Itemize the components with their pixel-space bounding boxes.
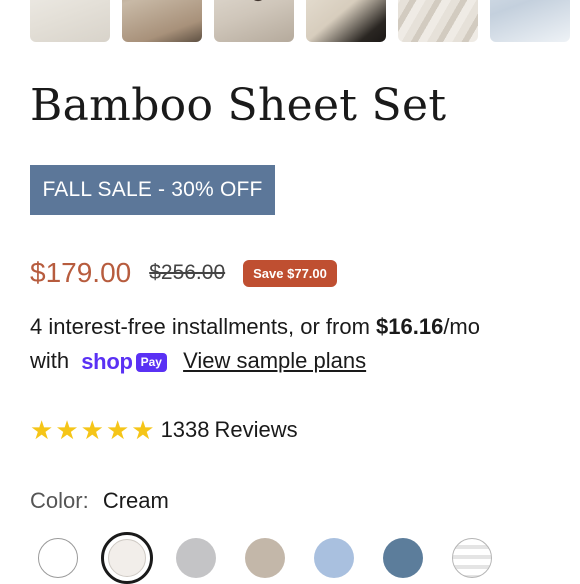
star-icon: ★	[131, 415, 155, 445]
swatch-white[interactable]	[38, 538, 78, 578]
swatch-light-blue[interactable]	[314, 538, 354, 578]
rating-row[interactable]: ★ ★ ★ ★ ★ 1338 Reviews	[30, 414, 298, 446]
original-price: $256.00	[149, 261, 226, 284]
swatch-stripe[interactable]	[452, 538, 492, 578]
star-icon: ★	[55, 415, 79, 445]
thumbnail-image	[398, 0, 478, 42]
price-row: $179.00 $256.00 Save $77.00	[30, 256, 337, 290]
installments-info: 4 interest-free installments, or from $1…	[30, 310, 570, 379]
thumbnail-image	[30, 0, 110, 42]
thumbnail-1[interactable]	[30, 0, 110, 42]
thumbnail-strip	[0, 0, 580, 42]
selected-color-name: Cream	[102, 488, 169, 513]
thumbnail-image	[122, 0, 202, 42]
product-title: Bamboo Sheet Set	[30, 80, 447, 131]
swatch-cream[interactable]	[101, 532, 153, 584]
installment-amount: $16.16	[376, 314, 444, 339]
reviews-label: Reviews	[214, 417, 298, 442]
shop-pay-badge: Pay	[135, 352, 167, 372]
installments-suffix: /mo	[443, 314, 480, 339]
thumbnail-3[interactable]	[214, 0, 294, 42]
swatch-grey[interactable]	[176, 538, 216, 578]
view-sample-plans-link[interactable]: View sample plans	[183, 348, 366, 373]
reviews-link[interactable]: 1338 Reviews	[161, 417, 298, 443]
star-icon: ★	[105, 415, 130, 445]
save-badge: Save $77.00	[243, 259, 337, 287]
color-selector-label: Color: Cream	[30, 488, 169, 514]
thumbnail-2[interactable]	[122, 0, 202, 42]
color-swatches	[0, 530, 580, 584]
star-icon: ★	[30, 415, 54, 445]
thumbnail-image	[214, 0, 294, 42]
star-rating: ★ ★ ★ ★ ★	[30, 417, 157, 443]
current-price: $179.00	[30, 257, 132, 288]
sale-banner: FALL SALE - 30% OFF	[30, 165, 275, 215]
shop-pay-word: shop	[81, 349, 133, 375]
thumbnail-6[interactable]	[490, 0, 570, 42]
thumbnail-image	[306, 0, 386, 42]
star-icon: ★	[80, 415, 104, 445]
installments-prefix: 4 interest-free installments, or from	[30, 314, 377, 339]
color-label: Color:	[30, 488, 89, 513]
swatch-slate-blue[interactable]	[383, 538, 423, 578]
swatch-taupe[interactable]	[245, 538, 285, 578]
installments-with: with	[30, 348, 70, 373]
thumbnail-image	[490, 0, 570, 42]
thumbnail-5[interactable]	[398, 0, 478, 42]
shop-pay-logo: shop Pay	[81, 345, 167, 379]
thumbnail-4[interactable]	[306, 0, 386, 42]
review-count: 1338	[160, 417, 210, 442]
